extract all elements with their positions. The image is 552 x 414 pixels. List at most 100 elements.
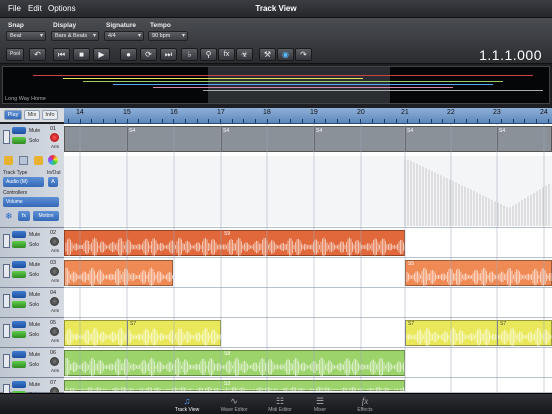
waveform	[65, 327, 221, 347]
undo-icon[interactable]: ↶	[29, 48, 46, 61]
duck-icon[interactable]: ☣	[236, 48, 253, 61]
audio-clip[interactable]	[64, 260, 173, 287]
mute-button[interactable]	[12, 291, 26, 298]
solo-button[interactable]	[12, 271, 26, 278]
solo-button[interactable]	[12, 361, 26, 368]
song-name: Long Way Home	[5, 96, 46, 102]
tempo-select[interactable]: 90 bpm	[148, 31, 188, 41]
follow-icon[interactable]: ↷	[295, 48, 312, 61]
wrench-icon[interactable]: ⚒	[259, 48, 276, 61]
track-handle[interactable]	[3, 130, 10, 144]
loop-icon[interactable]: ⟳	[140, 48, 157, 61]
snowflake-icon[interactable]: ❄	[5, 211, 13, 222]
input-a-button[interactable]: A	[48, 177, 58, 187]
tab-mix[interactable]: Mix	[24, 110, 40, 120]
solo-button[interactable]	[12, 301, 26, 308]
audio-clip[interactable]	[64, 230, 406, 257]
binoculars-icon[interactable]: ◉	[277, 48, 294, 61]
controller-select[interactable]: Volume	[3, 197, 59, 207]
track-lane-06[interactable]: S8	[64, 348, 552, 378]
waveform	[65, 237, 406, 257]
tab-info[interactable]: Info	[42, 110, 58, 120]
pencil-icon[interactable]	[4, 156, 13, 165]
overview-track-line	[33, 75, 533, 76]
mute-button[interactable]	[12, 351, 26, 358]
ruler-tick	[548, 119, 549, 123]
motion-button[interactable]: Motion	[33, 211, 59, 221]
ruler-tick	[302, 119, 303, 123]
track-handle[interactable]	[3, 234, 10, 248]
pool-button[interactable]: Pool	[6, 48, 24, 61]
solo-label: Solo	[29, 272, 40, 278]
clip-name: S7	[130, 321, 137, 327]
audio-clip[interactable]	[64, 350, 406, 377]
track-lane-05[interactable]: S7 S7 S7	[64, 318, 552, 348]
audio-clip[interactable]	[64, 380, 406, 392]
arm-label: Arm	[51, 308, 60, 313]
ruler-tick	[115, 119, 116, 123]
stop-icon[interactable]: ■	[73, 48, 90, 61]
signature-select[interactable]: 4/4	[104, 31, 144, 41]
clip-region-gray[interactable]	[64, 126, 552, 152]
eraser-icon[interactable]	[19, 156, 28, 165]
record-icon[interactable]: ●	[120, 48, 137, 61]
ruler-tick	[513, 119, 514, 123]
timeline-ruler[interactable]: 14 15 16 17 18 19 20 21 22 23 24	[64, 108, 552, 124]
overview-visible-region[interactable]	[208, 67, 390, 103]
tempo-label: Tempo	[150, 22, 171, 29]
ruler-tick	[419, 119, 420, 123]
mute-button[interactable]	[12, 231, 26, 238]
audio-clip[interactable]	[405, 260, 552, 287]
track-lane-07[interactable]: S3	[64, 378, 552, 393]
mute-button[interactable]	[12, 127, 26, 134]
arm-button[interactable]	[50, 357, 59, 366]
display-select[interactable]: Bars & Beats	[51, 31, 99, 41]
tab-play[interactable]: Play	[4, 110, 22, 120]
track-lane-02[interactable]: S9	[64, 228, 552, 258]
ruler-tick	[477, 119, 478, 123]
zoom-icon[interactable]: ⚲	[200, 48, 217, 61]
fx-icon: fx	[361, 396, 369, 406]
arm-button[interactable]	[50, 297, 59, 306]
solo-label: Solo	[29, 242, 40, 248]
track-handle[interactable]	[3, 324, 10, 338]
play-icon[interactable]: ▶	[93, 48, 110, 61]
track-handle[interactable]	[3, 294, 10, 308]
tab-effects[interactable]: fx Effects	[335, 396, 395, 413]
solo-button[interactable]	[12, 137, 26, 144]
track-handle[interactable]	[3, 354, 10, 368]
track-type-select[interactable]: Audio (M)	[3, 177, 44, 187]
track-lane-04[interactable]	[64, 288, 552, 318]
mute-button[interactable]	[12, 381, 26, 388]
track-number: 06	[50, 350, 57, 356]
volume-automation[interactable]	[64, 156, 552, 226]
snap-select[interactable]: Beat	[6, 31, 46, 41]
rewind-icon[interactable]: ⏮	[53, 48, 70, 61]
fx-button[interactable]: fx	[18, 211, 30, 221]
color-wheel-icon[interactable]	[48, 155, 58, 165]
fx-icon[interactable]: fx	[218, 48, 235, 61]
brush-icon[interactable]	[34, 156, 43, 165]
arm-button[interactable]	[50, 237, 59, 246]
mute-button[interactable]	[12, 321, 26, 328]
audio-clip[interactable]	[405, 320, 552, 347]
arm-button[interactable]	[50, 267, 59, 276]
track-lane-01[interactable]: S4 S4 S4 S4 S4	[64, 124, 552, 228]
track-handle[interactable]	[3, 264, 10, 278]
track-header-05: Mute Solo 05 Arm	[0, 318, 64, 348]
controllers-label: Controllers	[3, 190, 28, 196]
arm-button[interactable]	[50, 133, 59, 142]
fast-forward-icon[interactable]: ⏭	[160, 48, 177, 61]
window-title: Track View	[255, 4, 297, 13]
mute-button[interactable]	[12, 261, 26, 268]
solo-button[interactable]	[12, 241, 26, 248]
clip-name: S4	[316, 128, 323, 134]
track-lane-03[interactable]: S5	[64, 258, 552, 288]
song-overview[interactable]: Long Way Home	[2, 66, 550, 104]
arm-button[interactable]	[50, 327, 59, 336]
ruler-tick	[267, 119, 268, 123]
display-label: Display	[53, 22, 77, 29]
audio-clip[interactable]	[64, 320, 221, 347]
metronome-icon[interactable]: ♭	[181, 48, 198, 61]
solo-button[interactable]	[12, 331, 26, 338]
